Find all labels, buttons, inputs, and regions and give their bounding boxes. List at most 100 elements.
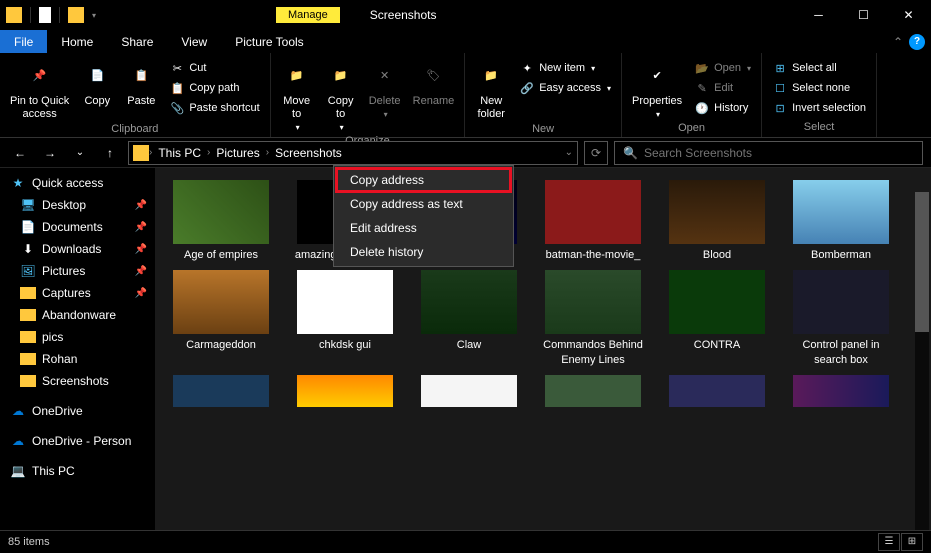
sidebar-onedrive[interactable]: ☁OneDrive bbox=[0, 400, 155, 422]
file-item[interactable]: Commandos Behind Enemy Lines bbox=[539, 270, 647, 367]
file-item[interactable] bbox=[539, 375, 647, 407]
file-item[interactable]: Blood bbox=[663, 180, 771, 262]
sidebar-rohan[interactable]: Rohan bbox=[0, 348, 155, 370]
help-icon[interactable]: ? bbox=[909, 34, 925, 50]
ribbon-group-open: ✔Properties▾ 📂Open▾ ✎Edit 🕐History Open bbox=[622, 53, 762, 137]
edit-button[interactable]: ✎Edit bbox=[690, 79, 755, 97]
refresh-button[interactable]: ⟳ bbox=[584, 141, 608, 165]
tab-home[interactable]: Home bbox=[47, 30, 107, 53]
file-item[interactable]: chkdsk gui bbox=[291, 270, 399, 367]
sidebar-onedrive-personal[interactable]: ☁OneDrive - Person bbox=[0, 430, 155, 452]
copy-button[interactable]: 📄Copy bbox=[77, 59, 117, 110]
properties-qat-icon[interactable] bbox=[39, 7, 51, 23]
scrollbar[interactable] bbox=[915, 192, 929, 530]
tab-file[interactable]: File bbox=[0, 30, 47, 53]
search-input[interactable] bbox=[644, 146, 914, 160]
sidebar-abandonware[interactable]: Abandonware bbox=[0, 304, 155, 326]
file-item[interactable] bbox=[291, 375, 399, 407]
details-view-button[interactable]: ☰ bbox=[878, 533, 900, 551]
thumbnail-icon bbox=[173, 375, 269, 407]
properties-button[interactable]: ✔Properties▾ bbox=[628, 59, 686, 122]
file-item[interactable]: Carmageddon bbox=[167, 270, 275, 367]
group-label: Clipboard bbox=[6, 123, 264, 137]
minimize-button[interactable]: ─ bbox=[796, 0, 841, 30]
sidebar-thispc[interactable]: 💻This PC bbox=[0, 460, 155, 482]
new-item-button[interactable]: ✦New item▾ bbox=[515, 59, 615, 77]
menu-copy-address-as-text[interactable]: Copy address as text bbox=[336, 192, 511, 216]
up-button[interactable]: ↑ bbox=[98, 141, 122, 165]
menu-copy-address[interactable]: Copy address bbox=[336, 168, 511, 192]
file-item[interactable] bbox=[663, 375, 771, 407]
thumbnail-icon bbox=[173, 270, 269, 334]
copy-path-button[interactable]: 📋Copy path bbox=[165, 79, 263, 97]
menu-delete-history[interactable]: Delete history bbox=[336, 240, 511, 264]
forward-button[interactable]: → bbox=[38, 141, 62, 165]
breadcrumb-seg-pictures[interactable]: Pictures bbox=[210, 146, 265, 160]
thumbnail-icon bbox=[297, 270, 393, 334]
delete-button[interactable]: ✕Delete▾ bbox=[365, 59, 405, 122]
qat-separator bbox=[59, 7, 60, 23]
file-item[interactable]: Control panel in search box bbox=[787, 270, 895, 367]
sidebar-pics[interactable]: pics bbox=[0, 326, 155, 348]
paste-button[interactable]: 📋Paste bbox=[121, 59, 161, 110]
navigation-pane: ★Quick access 🖥Desktop📌 📄Documents📌 ⬇Dow… bbox=[0, 168, 155, 530]
sidebar-desktop[interactable]: 🖥Desktop📌 bbox=[0, 194, 155, 216]
breadcrumb-seg-thispc[interactable]: This PC bbox=[152, 146, 207, 160]
thumbnail-icon bbox=[421, 270, 517, 334]
open-button[interactable]: 📂Open▾ bbox=[690, 59, 755, 77]
sidebar-documents[interactable]: 📄Documents📌 bbox=[0, 216, 155, 238]
cut-button[interactable]: ✂Cut bbox=[165, 59, 263, 77]
paste-shortcut-button[interactable]: 📎Paste shortcut bbox=[165, 99, 263, 117]
search-box[interactable]: 🔍 bbox=[614, 141, 923, 165]
chevron-down-icon: ▾ bbox=[591, 64, 595, 73]
collapse-ribbon-icon[interactable]: ⌃ bbox=[893, 35, 903, 49]
addr-dropdown-icon[interactable]: ⌄ bbox=[565, 147, 573, 158]
newfolder-qat-icon[interactable] bbox=[68, 7, 84, 23]
new-folder-button[interactable]: 📁New folder bbox=[471, 59, 511, 123]
back-button[interactable]: ← bbox=[8, 141, 32, 165]
folder-icon[interactable] bbox=[6, 7, 22, 23]
move-to-button[interactable]: 📁Move to▾ bbox=[277, 59, 317, 135]
file-item[interactable]: CONTRA bbox=[663, 270, 771, 367]
tab-view[interactable]: View bbox=[167, 30, 221, 53]
thumbnail-icon bbox=[669, 270, 765, 334]
easy-access-button[interactable]: 🔗Easy access▾ bbox=[515, 79, 615, 97]
file-item[interactable]: Claw bbox=[415, 270, 523, 367]
maximize-button[interactable]: ☐ bbox=[841, 0, 886, 30]
recent-dropdown[interactable]: ⌄ bbox=[68, 141, 92, 165]
select-none-button[interactable]: ☐Select none bbox=[768, 79, 870, 97]
file-item[interactable]: Bomberman bbox=[787, 180, 895, 262]
sidebar-quick-access[interactable]: ★Quick access bbox=[0, 172, 155, 194]
breadcrumb[interactable]: › This PC › Pictures › Screenshots ⌄ bbox=[128, 141, 578, 165]
history-button[interactable]: 🕐History bbox=[690, 99, 755, 117]
sidebar-screenshots[interactable]: Screenshots bbox=[0, 370, 155, 392]
menu-edit-address[interactable]: Edit address bbox=[336, 216, 511, 240]
sidebar-captures[interactable]: Captures📌 bbox=[0, 282, 155, 304]
thumbnail-icon bbox=[173, 180, 269, 244]
documents-icon: 📄 bbox=[20, 219, 36, 235]
newitem-icon: ✦ bbox=[519, 60, 535, 76]
sidebar-downloads[interactable]: ⬇Downloads📌 bbox=[0, 238, 155, 260]
pin-to-quick-access-button[interactable]: 📌Pin to Quick access bbox=[6, 59, 73, 123]
file-item[interactable] bbox=[787, 375, 895, 407]
move-icon: 📁 bbox=[281, 61, 313, 93]
rename-icon: 🏷 bbox=[417, 61, 449, 93]
tab-picture-tools[interactable]: Picture Tools bbox=[221, 30, 317, 53]
thumbnails-view-button[interactable]: ⊞ bbox=[901, 533, 923, 551]
rename-button[interactable]: 🏷Rename bbox=[409, 59, 459, 110]
file-item[interactable] bbox=[167, 375, 275, 407]
tab-share[interactable]: Share bbox=[107, 30, 167, 53]
select-all-button[interactable]: ⊞Select all bbox=[768, 59, 870, 77]
file-item[interactable]: Age of empires bbox=[167, 180, 275, 262]
close-button[interactable]: ✕ bbox=[886, 0, 931, 30]
invert-selection-button[interactable]: ⊡Invert selection bbox=[768, 99, 870, 117]
breadcrumb-seg-screenshots[interactable]: Screenshots bbox=[269, 146, 348, 160]
file-list[interactable]: Age of empires amazing-spider-man Arcade… bbox=[155, 168, 931, 530]
file-item[interactable] bbox=[415, 375, 523, 407]
ribbon-group-organize: 📁Move to▾ 📁Copy to▾ ✕Delete▾ 🏷Rename Org… bbox=[271, 53, 466, 137]
scrollbar-thumb[interactable] bbox=[915, 192, 929, 332]
sidebar-pictures[interactable]: 🖼Pictures📌 bbox=[0, 260, 155, 282]
qat-dropdown-icon[interactable]: ▾ bbox=[92, 11, 96, 20]
file-item[interactable]: batman-the-movie_ bbox=[539, 180, 647, 262]
copy-to-button[interactable]: 📁Copy to▾ bbox=[321, 59, 361, 135]
